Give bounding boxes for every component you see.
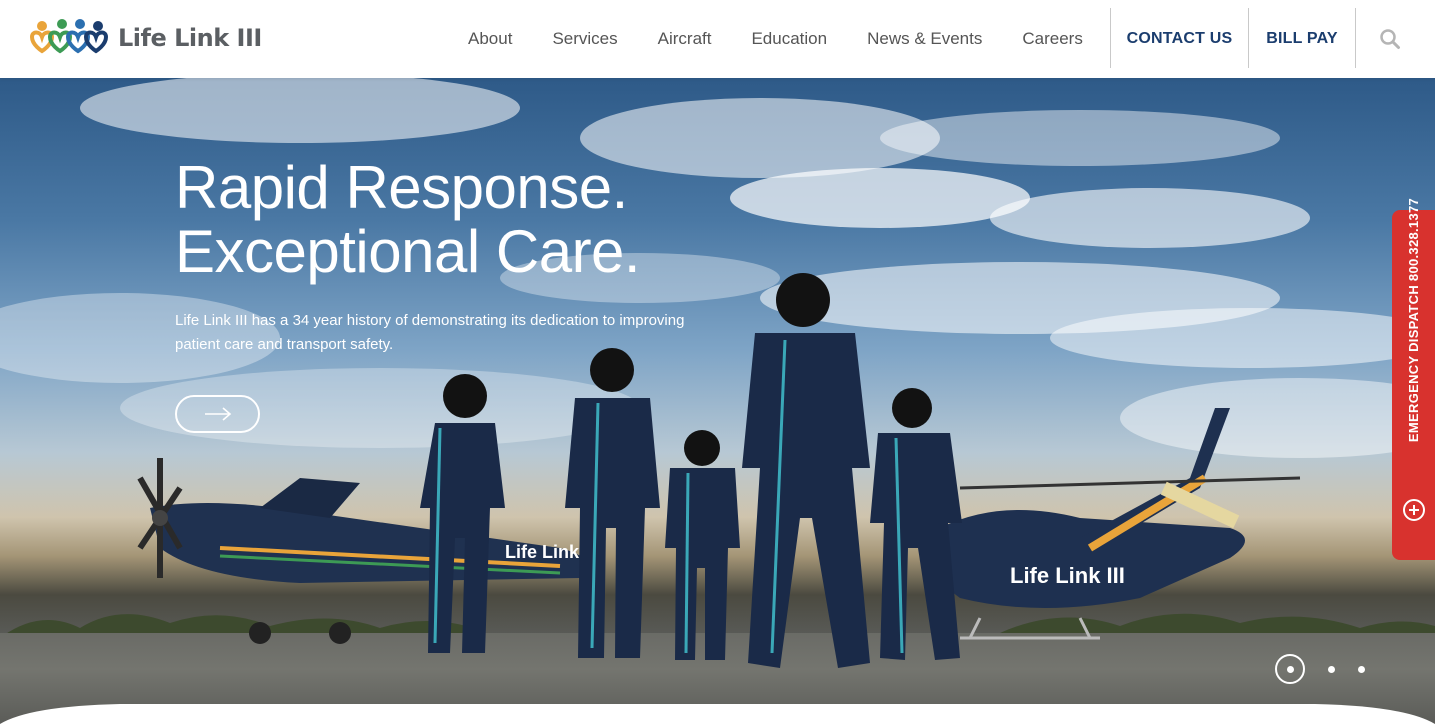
hero-description: Life Link III has a 34 year history of d… bbox=[175, 312, 685, 353]
logo[interactable]: Life Link III bbox=[28, 18, 262, 58]
hero-title: Rapid Response. Exceptional Care. bbox=[175, 154, 641, 285]
contact-us-button[interactable]: CONTACT US bbox=[1111, 0, 1248, 78]
arrow-right-icon bbox=[204, 407, 231, 421]
nav-item-news-events[interactable]: News & Events bbox=[867, 29, 982, 49]
emergency-dispatch-label: EMERGENCY DISPATCH 800.328.1377 bbox=[1406, 197, 1421, 443]
main-nav: About Services Aircraft Education News &… bbox=[448, 0, 1103, 78]
hero-title-line1: Rapid Response. bbox=[175, 154, 628, 221]
plane-logo-label: Life Link bbox=[505, 542, 580, 562]
nav-item-about[interactable]: About bbox=[468, 29, 512, 49]
bill-pay-button[interactable]: BILL PAY bbox=[1249, 0, 1355, 78]
carousel-dot-3[interactable] bbox=[1358, 665, 1365, 673]
nav-divider bbox=[1355, 8, 1356, 68]
nav-item-aircraft[interactable]: Aircraft bbox=[658, 29, 712, 49]
nav-item-services[interactable]: Services bbox=[552, 29, 617, 49]
hero-banner: Life Link Life Link III Rapid Response. … bbox=[0, 78, 1435, 724]
site-header: Life Link III About Services Aircraft Ed… bbox=[0, 0, 1435, 78]
logo-text: Life Link III bbox=[118, 24, 262, 52]
nav-item-careers[interactable]: Careers bbox=[1022, 29, 1082, 49]
search-icon bbox=[1380, 29, 1400, 49]
emergency-dispatch-tab[interactable]: EMERGENCY DISPATCH 800.328.1377 bbox=[1392, 198, 1435, 560]
carousel-dot-2[interactable] bbox=[1328, 665, 1335, 673]
logo-mark-icon bbox=[29, 19, 109, 54]
carousel-indicators bbox=[1275, 654, 1365, 684]
hero-title-line2: Exceptional Care. bbox=[175, 218, 641, 285]
hero-learn-more-button[interactable] bbox=[175, 395, 260, 433]
medical-plus-icon bbox=[1403, 499, 1425, 521]
carousel-dot-1[interactable] bbox=[1275, 654, 1305, 684]
nav-item-education[interactable]: Education bbox=[751, 29, 827, 49]
search-button[interactable] bbox=[1370, 24, 1410, 54]
hero-bottom-curve bbox=[0, 704, 1435, 724]
helicopter-logo-label: Life Link III bbox=[1010, 563, 1125, 588]
